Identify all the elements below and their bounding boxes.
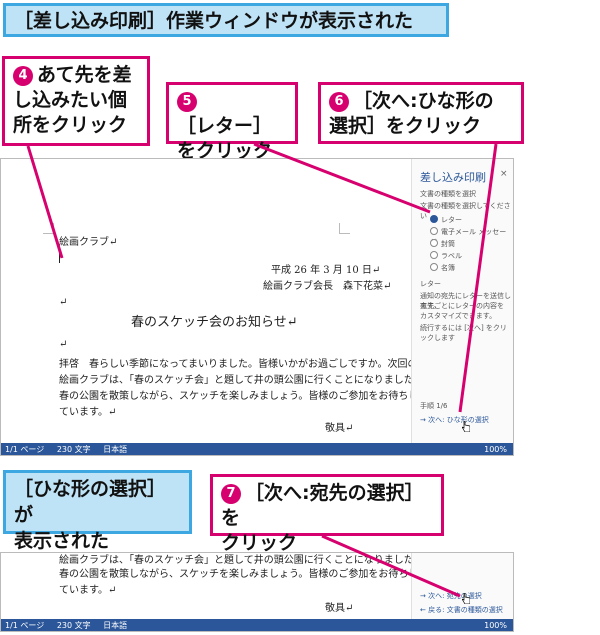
pointer-line-7 <box>321 534 461 598</box>
pointer-line-4 <box>26 145 64 259</box>
pointer-line-5 <box>253 142 431 214</box>
pointer-line-6 <box>458 143 498 413</box>
pointer-lines <box>26 142 498 598</box>
